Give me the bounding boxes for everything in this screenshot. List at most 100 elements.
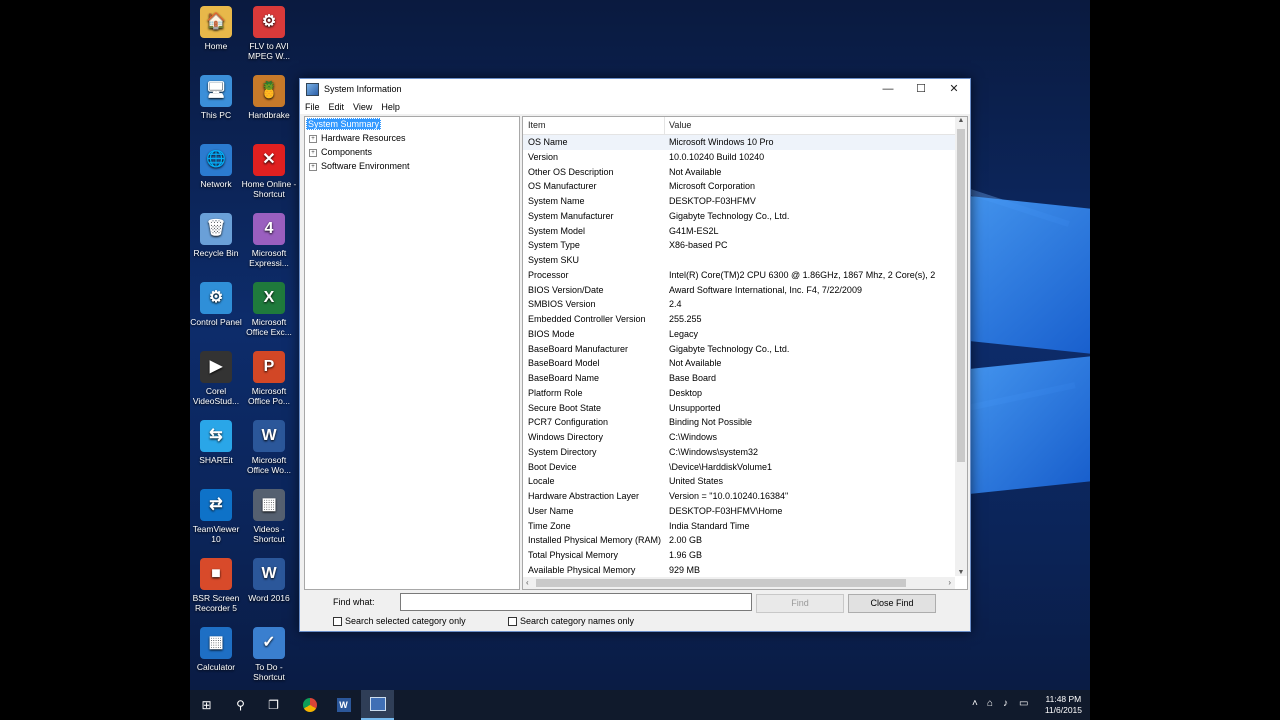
desktop-icon[interactable]: ▦ Calculator bbox=[190, 627, 244, 672]
horizontal-scrollbar[interactable]: ‹ › bbox=[523, 577, 955, 589]
table-row[interactable]: System Type X86-based PC bbox=[523, 238, 955, 253]
scroll-right-icon[interactable]: › bbox=[948, 577, 951, 589]
expand-icon[interactable]: + bbox=[309, 148, 317, 157]
desktop-icon[interactable]: ⚙ Control Panel bbox=[190, 282, 244, 327]
table-row[interactable]: SMBIOS Version 2.4 bbox=[523, 297, 955, 312]
desktop-icon[interactable]: 🗑 Recycle Bin bbox=[190, 213, 244, 258]
clock[interactable]: 11:48 PM 11/6/2015 bbox=[1045, 694, 1082, 716]
tree-item-system-summary[interactable]: System Summary bbox=[306, 118, 382, 130]
taskbar-word[interactable]: W bbox=[327, 690, 360, 720]
table-row[interactable]: System Model G41M-ES2L bbox=[523, 224, 955, 239]
table-row[interactable]: Boot Device \Device\HarddiskVolume1 bbox=[523, 460, 955, 475]
menu-file[interactable]: File bbox=[305, 102, 320, 112]
tree-item-hardware-resources[interactable]: + Hardware Resources bbox=[309, 133, 406, 143]
table-row[interactable]: BaseBoard Name Base Board bbox=[523, 371, 955, 386]
scrollbar-thumb[interactable] bbox=[536, 579, 906, 587]
table-row[interactable]: System Name DESKTOP-F03HFMV bbox=[523, 194, 955, 209]
table-row[interactable]: Installed Physical Memory (RAM) 2.00 GB bbox=[523, 533, 955, 548]
vertical-scrollbar[interactable]: ▲ ▼ bbox=[955, 117, 967, 576]
table-row[interactable]: Available Physical Memory 929 MB bbox=[523, 563, 955, 578]
table-row[interactable]: Total Physical Memory 1.96 GB bbox=[523, 548, 955, 563]
desktop-icon[interactable]: 🏠 Home bbox=[190, 6, 244, 51]
desktop-icon[interactable]: 🌐 Network bbox=[190, 144, 244, 189]
table-row[interactable]: Other OS Description Not Available bbox=[523, 165, 955, 180]
network-icon: 🌐 bbox=[200, 144, 232, 176]
table-row[interactable]: BaseBoard Model Not Available bbox=[523, 356, 955, 371]
desktop-icon-label: FLV to AVI MPEG W... bbox=[247, 41, 291, 61]
minimize-button[interactable]: — bbox=[872, 79, 904, 99]
desktop-icon[interactable]: 🖥 This PC bbox=[190, 75, 244, 120]
column-header-value[interactable]: Value bbox=[669, 120, 691, 130]
tree-item-components[interactable]: + Components bbox=[309, 147, 372, 157]
desktop-icon-label: Home Online - Shortcut bbox=[241, 179, 297, 199]
table-row[interactable]: BIOS Version/Date Award Software Internat… bbox=[523, 283, 955, 298]
table-row[interactable]: PCR7 Configuration Binding Not Possible bbox=[523, 415, 955, 430]
search-category-names-checkbox[interactable]: Search category names only bbox=[508, 616, 634, 626]
menu-view[interactable]: View bbox=[353, 102, 372, 112]
find-what-input[interactable] bbox=[400, 593, 752, 611]
desktop-icon[interactable]: W Microsoft Office Wo... bbox=[241, 420, 297, 475]
table-row[interactable]: Locale United States bbox=[523, 474, 955, 489]
start-button[interactable]: ⊞ bbox=[190, 690, 223, 720]
table-row[interactable]: Time Zone India Standard Time bbox=[523, 519, 955, 534]
table-row[interactable]: Hardware Abstraction Layer Version = "10.… bbox=[523, 489, 955, 504]
column-header-item[interactable]: Item bbox=[528, 120, 546, 130]
table-row[interactable]: BIOS Mode Legacy bbox=[523, 327, 955, 342]
table-row[interactable]: User Name DESKTOP-F03HFMV\Home bbox=[523, 504, 955, 519]
menu-help[interactable]: Help bbox=[381, 102, 400, 112]
scroll-left-icon[interactable]: ‹ bbox=[526, 577, 529, 589]
task-view-button[interactable]: ❐ bbox=[257, 690, 290, 720]
taskbar-chrome[interactable] bbox=[293, 690, 326, 720]
tree-item-software-environment[interactable]: + Software Environment bbox=[309, 161, 410, 171]
table-row[interactable]: Secure Boot State Unsupported bbox=[523, 401, 955, 416]
clock-date: 11/6/2015 bbox=[1044, 705, 1082, 715]
table-row[interactable]: Embedded Controller Version 255.255 bbox=[523, 312, 955, 327]
desktop-icon[interactable]: ⚙ FLV to AVI MPEG W... bbox=[241, 6, 297, 61]
table-row[interactable]: OS Manufacturer Microsoft Corporation bbox=[523, 179, 955, 194]
desktop-icon[interactable]: X Microsoft Office Exc... bbox=[241, 282, 297, 337]
expand-icon[interactable]: + bbox=[309, 134, 317, 143]
maximize-button[interactable]: ☐ bbox=[905, 79, 937, 99]
desktop-icon[interactable]: ▦ Videos - Shortcut bbox=[241, 489, 297, 544]
table-row[interactable]: BaseBoard Manufacturer Gigabyte Technolog… bbox=[523, 342, 955, 357]
search-button[interactable]: ⚲ bbox=[224, 690, 257, 720]
desktop-icon[interactable]: ■ BSR Screen Recorder 5 bbox=[190, 558, 244, 613]
action-center-icon[interactable]: ▭ bbox=[1019, 698, 1028, 709]
column-divider[interactable] bbox=[664, 117, 665, 134]
desktop-icon[interactable]: ✕ Home Online - Shortcut bbox=[241, 144, 297, 199]
desktop-icon[interactable]: ✓ To Do - Shortcut bbox=[241, 627, 297, 682]
title-bar[interactable]: System Information — ☐ ✕ bbox=[300, 79, 970, 99]
category-tree: System Summary + Hardware Resources + Comp… bbox=[304, 116, 520, 590]
taskbar-system-information[interactable] bbox=[361, 690, 394, 720]
search-selected-category-checkbox[interactable]: Search selected category only bbox=[333, 616, 466, 626]
desktop-icon[interactable]: W Word 2016 bbox=[241, 558, 297, 603]
network-tray-icon[interactable]: ⌂ bbox=[987, 698, 993, 709]
find-button[interactable]: Find bbox=[756, 594, 844, 613]
table-row[interactable]: Windows Directory C:\Windows bbox=[523, 430, 955, 445]
desktop-icon[interactable]: ⇄ TeamViewer 10 bbox=[190, 489, 244, 544]
table-row[interactable]: System SKU bbox=[523, 253, 955, 268]
desktop-icon[interactable]: 🍍 Handbrake bbox=[241, 75, 297, 120]
list-header: Item Value bbox=[523, 117, 955, 135]
checkbox-box[interactable] bbox=[508, 616, 517, 626]
table-row[interactable]: OS Name Microsoft Windows 10 Pro bbox=[523, 135, 955, 150]
scrollbar-thumb[interactable] bbox=[957, 129, 965, 462]
desktop-icon[interactable]: ▶ Corel VideoStud... bbox=[190, 351, 244, 406]
desktop-icon[interactable]: P Microsoft Office Po... bbox=[241, 351, 297, 406]
desktop-icon[interactable]: ⇆ SHAREit bbox=[190, 420, 244, 465]
table-row[interactable]: System Manufacturer Gigabyte Technology C… bbox=[523, 209, 955, 224]
menu-edit[interactable]: Edit bbox=[329, 102, 345, 112]
expand-icon[interactable]: + bbox=[309, 162, 317, 171]
volume-icon[interactable]: ♪ bbox=[1003, 698, 1008, 709]
scroll-up-icon[interactable]: ▲ bbox=[955, 117, 967, 124]
close-find-button[interactable]: Close Find bbox=[848, 594, 936, 613]
desktop-icon[interactable]: 4 Microsoft Expressi... bbox=[241, 213, 297, 268]
scroll-down-icon[interactable]: ▼ bbox=[955, 569, 967, 576]
table-row[interactable]: System Directory C:\Windows\system32 bbox=[523, 445, 955, 460]
checkbox-box[interactable] bbox=[333, 616, 342, 626]
chevron-up-icon[interactable]: ˄ bbox=[972, 698, 978, 709]
table-row[interactable]: Version 10.0.10240 Build 10240 bbox=[523, 150, 955, 165]
table-row[interactable]: Processor Intel(R) Core(TM)2 CPU 6300 @ 1… bbox=[523, 268, 955, 283]
table-row[interactable]: Platform Role Desktop bbox=[523, 386, 955, 401]
close-button[interactable]: ✕ bbox=[938, 79, 970, 99]
